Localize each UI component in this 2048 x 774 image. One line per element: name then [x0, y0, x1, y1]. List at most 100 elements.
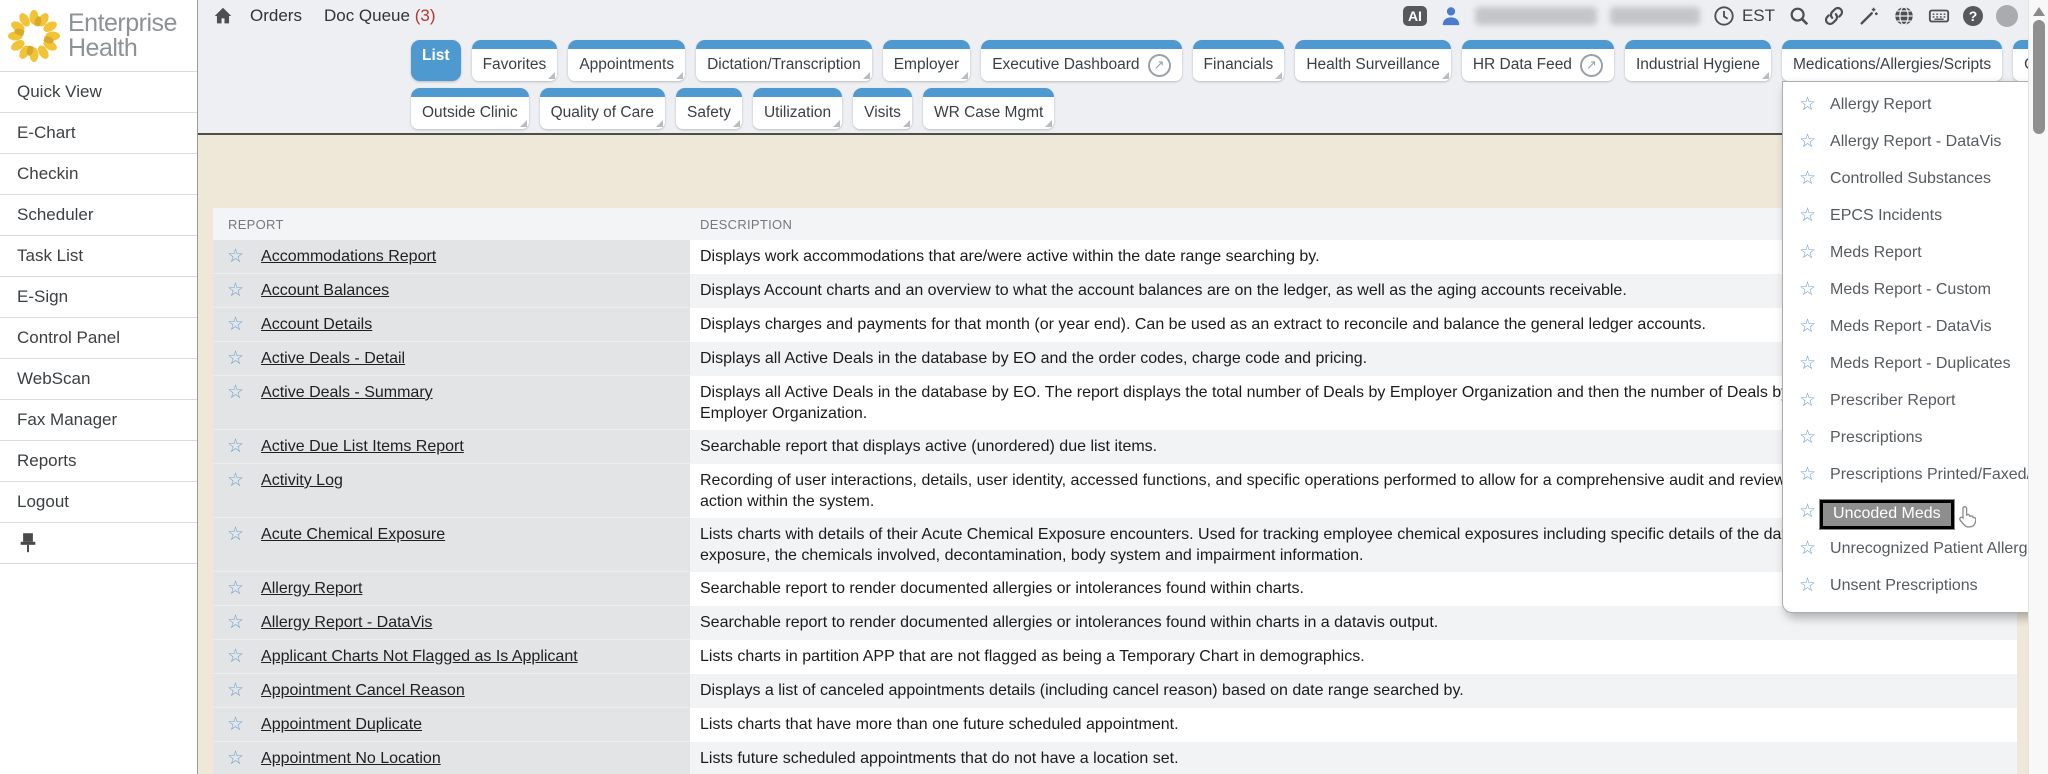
report-link[interactable]: Appointment No Location	[261, 748, 441, 769]
tab-executive-dashboard[interactable]: Executive Dashboard↗	[981, 40, 1181, 81]
favorite-star-icon[interactable]: ☆	[1799, 501, 1816, 522]
favorite-star-icon[interactable]: ☆	[227, 714, 244, 735]
report-link[interactable]: Account Details	[261, 314, 372, 335]
home-icon[interactable]	[212, 5, 234, 27]
dropdown-item-unsent-prescriptions[interactable]: ☆Unsent Prescriptions↗	[1783, 567, 2048, 604]
favorite-star-icon[interactable]: ☆	[1799, 94, 1816, 115]
clock-icon[interactable]	[1713, 5, 1735, 27]
report-link[interactable]: Active Due List Items Report	[261, 436, 464, 457]
favorite-star-icon[interactable]: ☆	[227, 470, 244, 491]
link-icon[interactable]	[1823, 5, 1845, 27]
tab-health-surveillance[interactable]: Health Surveillance	[1295, 40, 1451, 81]
favorite-star-icon[interactable]: ☆	[1799, 131, 1816, 152]
favorite-star-icon[interactable]: ☆	[1799, 353, 1816, 374]
tab-outside-clinic[interactable]: Outside Clinic	[411, 88, 529, 129]
tab-visits[interactable]: Visits	[853, 88, 912, 129]
tab-industrial-hygiene[interactable]: Industrial Hygiene	[1625, 40, 1771, 81]
tab-favorites[interactable]: Favorites	[472, 40, 558, 81]
favorite-star-icon[interactable]: ☆	[1799, 538, 1816, 559]
dropdown-item-meds-report[interactable]: ☆Meds Report↗	[1783, 234, 2048, 271]
report-link[interactable]: Activity Log	[261, 470, 343, 491]
favorite-star-icon[interactable]: ☆	[227, 646, 244, 667]
sidebar-item-e-sign[interactable]: E-Sign	[0, 277, 197, 318]
tab-safety[interactable]: Safety	[676, 88, 742, 129]
tab-wr-case-mgmt[interactable]: WR Case Mgmt	[923, 88, 1054, 129]
favorite-star-icon[interactable]: ☆	[1799, 427, 1816, 448]
sidebar-item-scheduler[interactable]: Scheduler	[0, 195, 197, 236]
dropdown-item-meds-report-datavis[interactable]: ☆Meds Report - DataVis↗	[1783, 308, 2048, 345]
sidebar-item-task-list[interactable]: Task List	[0, 236, 197, 277]
favorite-star-icon[interactable]: ☆	[227, 578, 244, 599]
sidebar-item-webscan[interactable]: WebScan	[0, 359, 197, 400]
report-link[interactable]: Allergy Report - DataVis	[261, 612, 432, 633]
keyboard-icon[interactable]	[1928, 5, 1950, 27]
report-link[interactable]: Appointment Cancel Reason	[261, 680, 465, 701]
report-link[interactable]: Account Balances	[261, 280, 389, 301]
favorite-star-icon[interactable]: ☆	[1799, 242, 1816, 263]
menu-item-orders[interactable]: Orders	[250, 6, 302, 26]
dropdown-item-prescriptions[interactable]: ☆Prescriptions↗	[1783, 419, 2048, 456]
sidebar-item-e-chart[interactable]: E-Chart	[0, 113, 197, 154]
tab-appointments[interactable]: Appointments	[568, 40, 685, 81]
report-link[interactable]: Active Deals - Detail	[261, 348, 405, 369]
user-icon[interactable]	[1440, 5, 1462, 27]
report-link[interactable]: Applicant Charts Not Flagged as Is Appli…	[261, 646, 578, 667]
sidebar-item-fax-manager[interactable]: Fax Manager	[0, 400, 197, 441]
tab-employer[interactable]: Employer	[883, 40, 970, 81]
dropdown-item-meds-report-duplicates[interactable]: ☆Meds Report - Duplicates↗	[1783, 345, 2048, 382]
external-link-icon[interactable]: ↗	[1580, 54, 1603, 77]
sidebar-item-logout[interactable]: Logout	[0, 482, 197, 523]
favorite-star-icon[interactable]: ☆	[227, 436, 244, 457]
dropdown-item-controlled-substances[interactable]: ☆Controlled Substances↗	[1783, 160, 2048, 197]
wand-icon[interactable]	[1858, 5, 1880, 27]
report-column-header[interactable]: REPORT	[213, 208, 690, 240]
favorite-star-icon[interactable]: ☆	[227, 348, 244, 369]
ai-badge[interactable]: AI	[1403, 6, 1427, 26]
favorite-star-icon[interactable]: ☆	[227, 612, 244, 633]
favorite-star-icon[interactable]: ☆	[1799, 390, 1816, 411]
dropdown-item-allergy-report-datavis[interactable]: ☆Allergy Report - DataVis↗	[1783, 123, 2048, 160]
scrollbar-thumb[interactable]	[2033, 20, 2045, 134]
external-link-icon[interactable]: ↗	[1148, 54, 1171, 77]
sidebar-pin-button[interactable]	[0, 523, 197, 564]
tab-utilization[interactable]: Utilization	[753, 88, 842, 129]
dropdown-item-uncoded-meds[interactable]: ☆Uncoded Meds↗	[1783, 493, 2048, 530]
search-icon[interactable]	[1788, 5, 1810, 27]
report-link[interactable]: Accommodations Report	[261, 246, 436, 267]
tab-financials[interactable]: Financials	[1193, 40, 1285, 81]
report-link[interactable]: Allergy Report	[261, 578, 362, 599]
favorite-star-icon[interactable]: ☆	[227, 382, 244, 403]
favorite-star-icon[interactable]: ☆	[227, 524, 244, 545]
tab-dictation-transcription[interactable]: Dictation/Transcription	[696, 40, 872, 81]
avatar[interactable]	[1996, 5, 2018, 27]
help-icon[interactable]: ?	[1963, 6, 1983, 26]
favorite-star-icon[interactable]: ☆	[1799, 575, 1816, 596]
globe-icon[interactable]	[1893, 5, 1915, 27]
report-link[interactable]: Active Deals - Summary	[261, 382, 433, 403]
dropdown-item-allergy-report[interactable]: ☆Allergy Report↗	[1783, 86, 2048, 123]
tab-hr-data-feed[interactable]: HR Data Feed↗	[1462, 40, 1614, 81]
page-scrollbar[interactable]	[2028, 0, 2048, 774]
report-link[interactable]: Acute Chemical Exposure	[261, 524, 445, 545]
favorite-star-icon[interactable]: ☆	[227, 280, 244, 301]
tab-quality-of-care[interactable]: Quality of Care	[540, 88, 665, 129]
dropdown-item-unrecognized-patient-allergies[interactable]: ☆Unrecognized Patient Allergies↗	[1783, 530, 2048, 567]
favorite-star-icon[interactable]: ☆	[227, 680, 244, 701]
favorite-star-icon[interactable]: ☆	[1799, 168, 1816, 189]
favorite-star-icon[interactable]: ☆	[227, 314, 244, 335]
report-link[interactable]: Appointment Duplicate	[261, 714, 422, 735]
dropdown-item-epcs-incidents[interactable]: ☆EPCS Incidents↗	[1783, 197, 2048, 234]
favorite-star-icon[interactable]: ☆	[1799, 316, 1816, 337]
favorite-star-icon[interactable]: ☆	[227, 748, 244, 769]
dropdown-item-prescriptions-printed-faxed-e-sent[interactable]: ☆Prescriptions Printed/Faxed/E-Sent↗	[1783, 456, 2048, 493]
scrollbar-up-arrow-icon[interactable]	[2033, 7, 2045, 16]
tab-medications-allergies-scripts[interactable]: Medications/Allergies/Scripts	[1782, 40, 2002, 81]
sidebar-item-quick-view[interactable]: Quick View	[0, 72, 197, 113]
favorite-star-icon[interactable]: ☆	[1799, 279, 1816, 300]
favorite-star-icon[interactable]: ☆	[1799, 205, 1816, 226]
sidebar-item-checkin[interactable]: Checkin	[0, 154, 197, 195]
dropdown-item-prescriber-report[interactable]: ☆Prescriber Report↗	[1783, 382, 2048, 419]
tab-list[interactable]: List	[411, 40, 461, 81]
dropdown-item-meds-report-custom[interactable]: ☆Meds Report - Custom↗	[1783, 271, 2048, 308]
favorite-star-icon[interactable]: ☆	[227, 246, 244, 267]
